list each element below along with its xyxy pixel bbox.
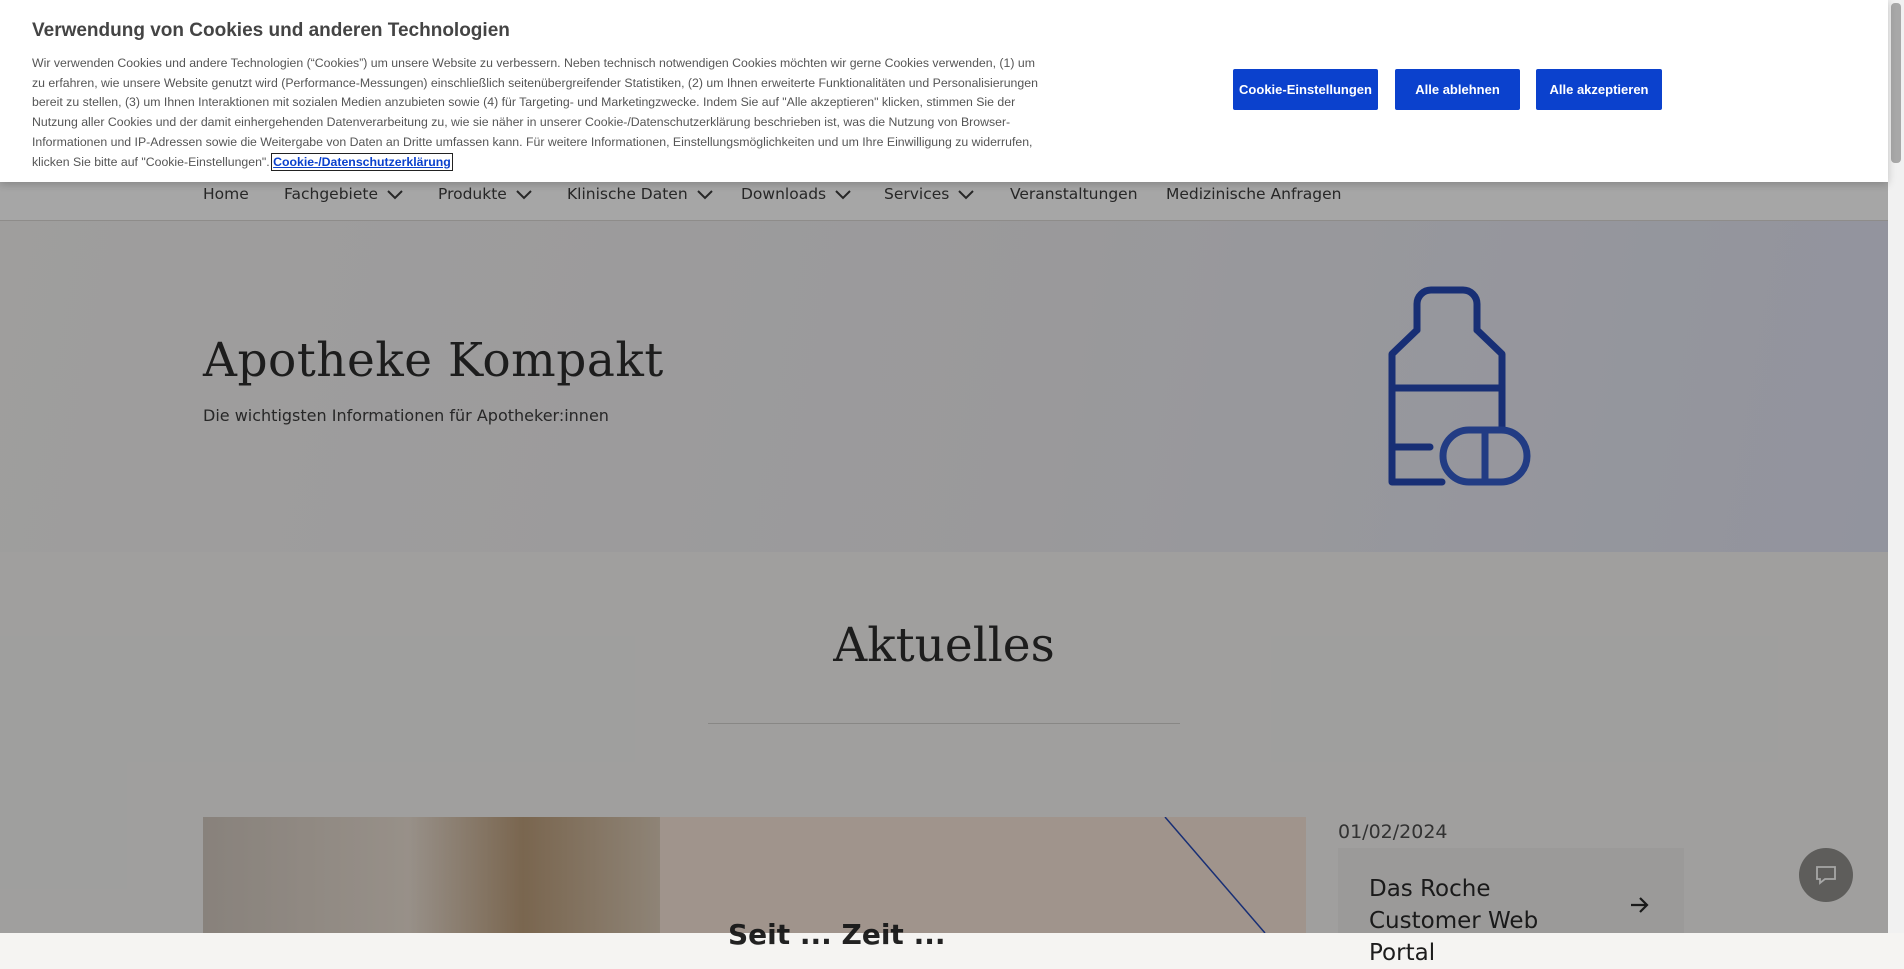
scrollbar-thumb[interactable] xyxy=(1891,3,1901,163)
cookie-banner-title: Verwendung von Cookies und anderen Techn… xyxy=(32,20,510,41)
reject-all-button[interactable]: Alle ablehnen xyxy=(1395,69,1520,110)
cookie-settings-button[interactable]: Cookie-Einstellungen xyxy=(1233,69,1378,110)
cookie-banner-text: Wir verwenden Cookies und andere Technol… xyxy=(32,54,1042,172)
cookie-banner: Verwendung von Cookies und anderen Techn… xyxy=(0,0,1888,182)
privacy-policy-link[interactable]: Cookie-/Datenschutzerklärung xyxy=(271,152,453,171)
accept-all-button[interactable]: Alle akzeptieren xyxy=(1536,69,1662,110)
cookie-description: Wir verwenden Cookies und andere Technol… xyxy=(32,56,1038,169)
